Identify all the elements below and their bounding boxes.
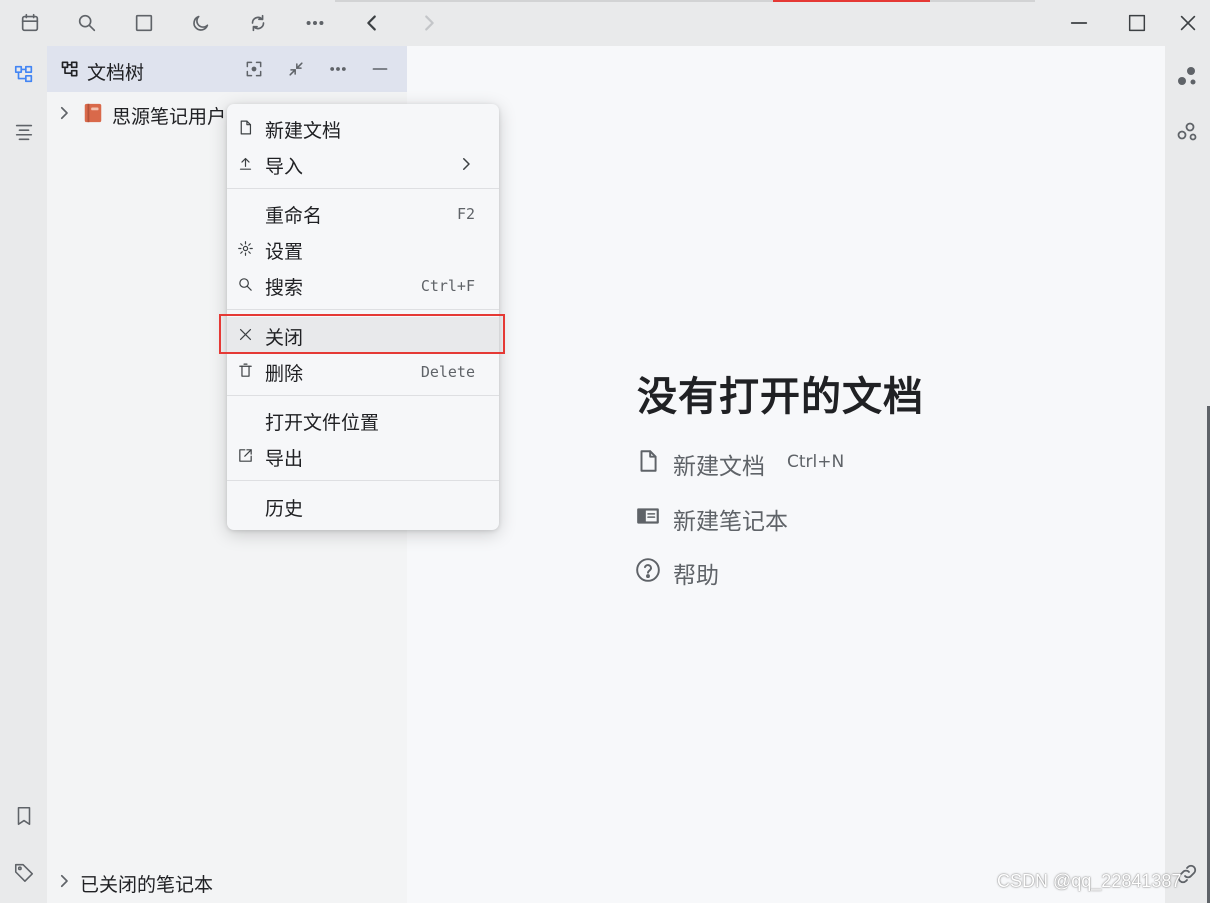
menu-item-delete[interactable]: 删除 Delete (227, 353, 499, 389)
upload-icon (237, 155, 255, 173)
menu-item-shortcut: Ctrl+F (420, 277, 475, 295)
chevron-right-icon (457, 155, 475, 173)
help-action[interactable]: 帮助 (635, 551, 995, 589)
notebook-name: 思源笔记用户 (112, 106, 227, 128)
new-document-action[interactable]: 新建文档 Ctrl+N (635, 442, 995, 480)
search-icon (237, 276, 255, 294)
new-notebook-label: 新建笔记本 (673, 509, 788, 535)
menu-item-label: 设置 (265, 241, 304, 263)
minimize-panel-icon[interactable] (365, 54, 395, 84)
menu-item-shortcut: F2 (456, 205, 475, 223)
maximize-icon[interactable] (1121, 7, 1153, 39)
main-editor-area: 没有打开的文档 新建文档 Ctrl+N 新建笔记本 帮助 (407, 46, 1165, 903)
watermark: CSDN @qq_22841387 (997, 871, 1182, 891)
menu-item-settings[interactable]: 设置 (227, 231, 499, 267)
notebook-icon (82, 102, 104, 124)
context-menu: 新建文档 导入 重命名 F2 设置 搜索 Ctrl+F 关闭 删除 Delete… (219, 104, 505, 530)
menu-item-rename[interactable]: 重命名 F2 (227, 195, 499, 231)
global-graph-icon[interactable] (1171, 116, 1203, 148)
chevron-right-icon[interactable] (55, 872, 73, 890)
search-icon[interactable] (71, 7, 103, 39)
closed-notebooks-label: 已关闭的笔记本 (80, 874, 214, 896)
menu-item-label: 导入 (265, 156, 304, 178)
highlight-annotation-box (219, 314, 505, 354)
menu-separator (227, 188, 499, 189)
more-icon[interactable] (299, 7, 331, 39)
back-icon[interactable] (356, 7, 388, 39)
gear-icon (237, 240, 255, 258)
new-notebook-action[interactable]: 新建笔记本 (635, 497, 995, 535)
menu-item-shortcut: Delete (420, 363, 475, 381)
sync-icon[interactable] (242, 7, 274, 39)
menu-item-new-document[interactable]: 新建文档 (227, 110, 499, 146)
menu-item-export[interactable]: 导出 (227, 438, 499, 474)
file-tree-icon (55, 54, 85, 84)
file-tree-header: 文档树 (47, 46, 407, 92)
minimize-icon[interactable] (1063, 7, 1095, 39)
menu-item-label: 新建文档 (265, 120, 342, 142)
graph-icon[interactable] (1171, 60, 1203, 92)
right-dock (1165, 46, 1210, 903)
chevron-right-icon[interactable] (55, 104, 73, 122)
menu-item-label: 导出 (265, 448, 304, 470)
titlebar-indicator (773, 0, 930, 2)
menu-separator (227, 395, 499, 396)
external-icon (237, 447, 255, 465)
menu-item-open-file-location[interactable]: 打开文件位置 (227, 402, 499, 438)
more-icon[interactable] (323, 54, 353, 84)
file-tree-icon[interactable] (8, 58, 40, 90)
file-icon (635, 448, 661, 474)
square-icon[interactable] (128, 7, 160, 39)
forward-icon[interactable] (413, 7, 445, 39)
moon-icon[interactable] (185, 7, 217, 39)
menu-item-label: 删除 (265, 363, 304, 385)
file-tree-title: 文档树 (87, 62, 145, 84)
calendar-icon[interactable] (14, 7, 46, 39)
file-icon (237, 119, 255, 137)
menu-item-label: 搜索 (265, 277, 304, 299)
left-dock (0, 46, 47, 903)
menu-item-label: 打开文件位置 (265, 412, 380, 434)
menu-item-search[interactable]: 搜索 Ctrl+F (227, 267, 499, 303)
menu-item-import[interactable]: 导入 (227, 146, 499, 182)
menu-item-label: 历史 (265, 498, 304, 520)
menu-item-label: 重命名 (265, 205, 323, 227)
empty-state-title: 没有打开的文档 (637, 374, 924, 420)
trash-icon (237, 362, 255, 380)
new-document-label: 新建文档 (673, 454, 765, 480)
notebook-icon (635, 503, 661, 529)
tag-icon[interactable] (8, 856, 40, 888)
menu-item-history[interactable]: 历史 (227, 488, 499, 524)
titlebar-drag-area (335, 0, 1035, 2)
outline-icon[interactable] (8, 116, 40, 148)
menu-separator (227, 480, 499, 481)
help-icon (635, 557, 661, 583)
new-document-shortcut: Ctrl+N (787, 452, 845, 472)
collapse-all-icon[interactable] (281, 54, 311, 84)
help-label: 帮助 (673, 563, 719, 589)
close-icon[interactable] (1172, 7, 1204, 39)
closed-notebooks-item[interactable]: 已关闭的笔记本 (47, 864, 407, 898)
bookmark-icon[interactable] (8, 800, 40, 832)
top-toolbar (0, 0, 1210, 46)
menu-separator (227, 309, 499, 310)
focus-icon[interactable] (239, 54, 269, 84)
